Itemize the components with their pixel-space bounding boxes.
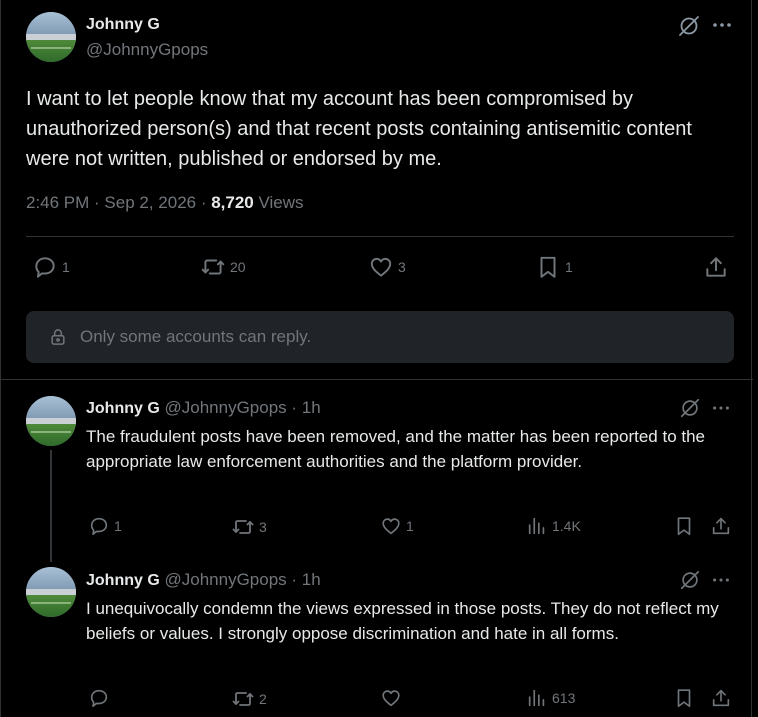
reply-header: Johnny G @JohnnyGpops · 1h <box>86 398 321 418</box>
reply-count: 1 <box>62 259 70 275</box>
share-button[interactable] <box>710 687 732 709</box>
share-icon <box>712 517 730 535</box>
views-icon <box>528 689 545 707</box>
heart-icon <box>382 518 400 535</box>
like-button[interactable]: 3 <box>368 254 406 280</box>
thread-connector <box>50 450 52 562</box>
bookmark-icon <box>677 517 691 536</box>
repost-icon <box>232 520 254 534</box>
divider <box>26 236 734 237</box>
like-button[interactable]: 1 <box>380 515 414 537</box>
bookmark-icon <box>540 256 556 278</box>
more-icon[interactable] <box>711 14 733 36</box>
reply-restriction-text: Only some accounts can reply. <box>80 327 312 346</box>
divider <box>1 379 753 380</box>
post-thread: Johnny G @JohnnyGpops I want to let peop… <box>0 0 753 717</box>
reply-icon <box>35 257 55 278</box>
author-name[interactable]: Johnny G <box>86 400 160 417</box>
views-count[interactable]: 8,720 <box>211 193 254 212</box>
views-button[interactable]: 1.4K <box>526 515 581 537</box>
views-count: 613 <box>552 690 576 706</box>
avatar[interactable] <box>26 567 76 617</box>
post-text: I unequivocally condemn the views expres… <box>86 599 719 643</box>
repost-icon <box>232 692 254 706</box>
author-name[interactable]: Johnny G <box>86 16 160 34</box>
grok-icon[interactable] <box>679 397 701 419</box>
reply-header: Johnny G @JohnnyGpops · 1h <box>86 570 321 590</box>
post-text: I want to let people know that my accoun… <box>26 88 692 170</box>
repost-count: 3 <box>259 519 267 535</box>
share-button[interactable] <box>710 515 732 537</box>
reply-count: 1 <box>114 518 122 534</box>
repost-count: 20 <box>230 259 246 275</box>
reply-button[interactable] <box>88 687 114 709</box>
author-name[interactable]: Johnny G <box>86 572 160 589</box>
repost-button[interactable]: 2 <box>231 687 267 711</box>
grok-icon[interactable] <box>679 569 701 591</box>
bookmark-button[interactable]: 1 <box>535 254 573 280</box>
timestamp[interactable]: 2:46 PM · Sep 2, 2026 · <box>26 193 211 212</box>
repost-count: 2 <box>259 691 267 707</box>
heart-icon <box>370 257 392 277</box>
repost-button[interactable]: 3 <box>231 515 267 539</box>
reply-icon <box>90 689 108 708</box>
lock-icon <box>51 329 65 345</box>
like-button[interactable] <box>380 687 406 709</box>
repost-button[interactable]: 20 <box>200 254 246 280</box>
views-icon <box>528 517 545 535</box>
like-count: 3 <box>398 259 406 275</box>
bookmark-count: 1 <box>565 259 573 275</box>
author-handle-time[interactable]: @JohnnyGpops · 1h <box>160 398 321 417</box>
views-count: 1.4K <box>552 518 581 534</box>
reply-button[interactable]: 1 <box>32 254 70 280</box>
grok-icon[interactable] <box>677 14 701 38</box>
more-icon[interactable] <box>711 398 731 418</box>
post-text: The fraudulent posts have been removed, … <box>86 427 706 471</box>
reply-button[interactable]: 1 <box>88 515 122 537</box>
views-button[interactable]: 613 <box>526 687 575 709</box>
reply-icon <box>90 517 108 536</box>
like-count: 1 <box>406 518 414 534</box>
views-label: Views <box>253 193 304 212</box>
repost-icon <box>201 259 225 275</box>
heart-icon <box>382 690 400 707</box>
bookmark-button[interactable] <box>673 515 695 537</box>
reply-restriction-banner: Only some accounts can reply. <box>26 311 734 363</box>
post-meta: 2:46 PM · Sep 2, 2026 · 8,720 Views <box>26 193 304 213</box>
avatar[interactable] <box>26 12 76 62</box>
bookmark-button[interactable] <box>673 687 695 709</box>
avatar[interactable] <box>26 396 76 446</box>
author-handle[interactable]: @JohnnyGpops <box>86 40 208 60</box>
share-icon <box>706 257 726 277</box>
bookmark-icon <box>677 689 691 708</box>
share-icon <box>712 689 730 707</box>
author-handle-time[interactable]: @JohnnyGpops · 1h <box>160 570 321 589</box>
share-button[interactable] <box>703 254 729 280</box>
more-icon[interactable] <box>711 570 731 590</box>
